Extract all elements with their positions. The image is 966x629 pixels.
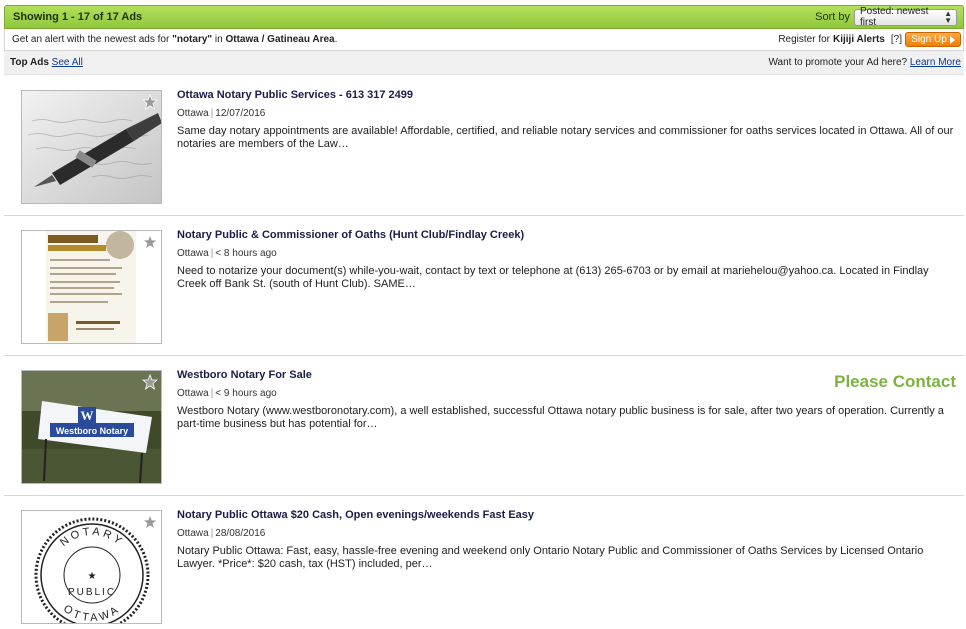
ad-description: Westboro Notary (www.westboronotary.com)… (177, 405, 944, 430)
help-link[interactable]: [?] (891, 34, 902, 45)
top-ads-bar: Top Ads See All Want to promote your Ad … (4, 51, 964, 75)
notary-stamp-image: NOTARY ★ PUBLIC OTTAWA (22, 511, 161, 623)
ad-meta: Ottawa | 28/08/2016 (177, 528, 266, 539)
sign-up-label: Sign Up (911, 34, 947, 45)
results-header-bar: Showing 1 - 17 of 17 Ads Sort by Posted:… (4, 5, 964, 29)
promote-text: Want to promote your Ad here? (768, 57, 908, 68)
alert-query: "notary" (172, 34, 213, 45)
sort-control: Sort by Posted: newest first ▲ ▼ (815, 6, 957, 28)
sign-logo: W (81, 408, 94, 423)
sort-select-value: Posted: newest first (860, 6, 929, 28)
ad-location: Ottawa (177, 108, 209, 119)
alert-bar: Get an alert with the newest ads for "no… (4, 29, 964, 51)
star-icon[interactable] (142, 94, 158, 110)
sort-select[interactable]: Posted: newest first ▲ ▼ (854, 6, 957, 28)
ad-date: 12/07/2016 (215, 108, 266, 119)
ad-date: < 9 hours ago (215, 388, 277, 399)
ad-description: Notary Public Ottawa: Fast, easy, hassle… (177, 545, 924, 570)
ad-thumbnail[interactable] (21, 90, 162, 204)
alert-area: Ottawa / Gatineau Area (225, 34, 335, 45)
stamp-star: ★ (88, 571, 97, 582)
ad-date: < 8 hours ago (215, 248, 277, 259)
alert-message: Get an alert with the newest ads for "no… (12, 34, 337, 45)
ad-title[interactable]: Notary Public Ottawa $20 Cash, Open even… (177, 509, 534, 521)
results-count: Showing 1 - 17 of 17 Ads (13, 11, 143, 23)
alert-register: Register for Kijiji Alerts [?] Sign Up (778, 32, 961, 47)
star-icon[interactable] (142, 514, 158, 530)
flyer-photo (22, 231, 161, 343)
alert-suffix: . (334, 34, 338, 45)
ad-location: Ottawa (177, 388, 209, 399)
see-all-link[interactable]: See All (52, 57, 83, 68)
register-text: Register for (778, 34, 830, 45)
ad-thumbnail[interactable]: W Westboro Notary (21, 370, 162, 484)
star-icon[interactable] (142, 234, 158, 250)
please-contact-badge: Please Contact (834, 372, 956, 391)
kijiji-alerts-brand: Kijiji Alerts (833, 34, 885, 45)
ad-listing: NOTARY ★ PUBLIC OTTAWA Notary Public Ott… (4, 496, 964, 629)
ad-title[interactable]: Notary Public & Commissioner of Oaths (H… (177, 229, 524, 241)
alert-prefix: Get an alert with the newest ads for (12, 34, 173, 45)
ad-description: Same day notary appointments are availab… (177, 125, 954, 150)
ad-listing: W Westboro Notary Westboro Notary For Sa… (4, 356, 964, 496)
ad-title[interactable]: Ottawa Notary Public Services - 613 317 … (177, 89, 413, 101)
ad-listing: Ottawa Notary Public Services - 613 317 … (4, 76, 964, 216)
sign-up-button[interactable]: Sign Up (905, 32, 961, 47)
ad-meta: Ottawa | < 9 hours ago (177, 388, 277, 399)
sign-text: Westboro Notary (56, 426, 128, 436)
sort-label: Sort by (815, 11, 850, 23)
ad-description: Need to notarize your document(s) while-… (177, 265, 929, 290)
ad-title[interactable]: Westboro Notary For Sale (177, 369, 312, 381)
ad-location: Ottawa (177, 248, 209, 259)
learn-more-link[interactable]: Learn More (910, 57, 961, 68)
top-ads-label: Top Ads (10, 57, 49, 68)
ad-meta: Ottawa | 12/07/2016 (177, 108, 266, 119)
select-arrows-icon: ▲ ▼ (944, 9, 952, 25)
alert-middle: in (212, 34, 226, 45)
ad-location: Ottawa (177, 528, 209, 539)
ad-thumbnail[interactable] (21, 230, 162, 344)
ad-date: 28/08/2016 (215, 528, 266, 539)
star-icon[interactable] (142, 374, 158, 390)
fountain-pen-photo (22, 91, 161, 203)
promote-message: Want to promote your Ad here? Learn More (768, 57, 961, 68)
ad-listing: Notary Public & Commissioner of Oaths (H… (4, 216, 964, 356)
top-ads-heading: Top Ads See All (10, 57, 83, 68)
ad-thumbnail[interactable]: NOTARY ★ PUBLIC OTTAWA (21, 510, 162, 624)
westboro-sign-photo: W Westboro Notary (22, 371, 161, 483)
stamp-text-mid: PUBLIC (68, 587, 116, 598)
ad-meta: Ottawa | < 8 hours ago (177, 248, 277, 259)
arrow-right-icon (949, 35, 955, 44)
